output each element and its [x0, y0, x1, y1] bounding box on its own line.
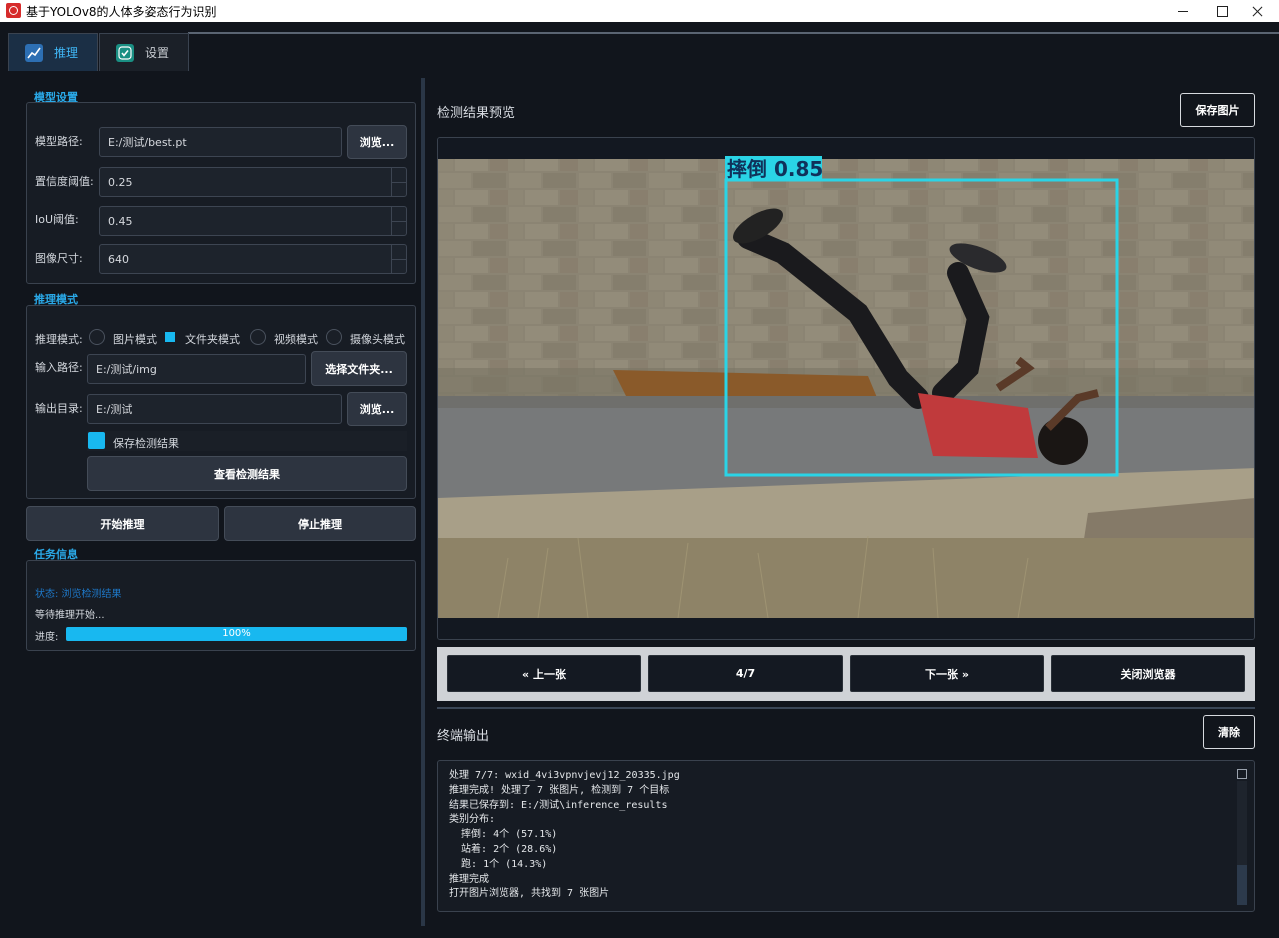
terminal-lines: 处理 7/7: wxid_4vi3vpnvjevj12_20335.jpg 推理完… — [449, 769, 680, 902]
radio-image-mode[interactable] — [89, 329, 105, 345]
input-path-input[interactable]: E:/测试/img — [87, 354, 306, 384]
panel-splitter[interactable] — [421, 78, 425, 926]
image-mode-label: 图片模式 — [113, 333, 157, 346]
stop-inference-button[interactable]: 停止推理 — [224, 506, 416, 541]
progress-label: 进度: — [35, 632, 59, 643]
output-dir-label: 输出目录: — [35, 402, 83, 415]
camera-mode-label: 摄像头模式 — [350, 333, 405, 346]
model-browse-button[interactable]: 浏览... — [347, 125, 407, 159]
checkmark-icon — [116, 43, 134, 62]
model-path-label: 模型路径: — [35, 135, 83, 148]
terminal-line: 结果已保存到: E:/测试\inference_results — [449, 799, 668, 811]
terminal-line: 推理完成! 处理了 7 张图片, 检测到 7 个目标 — [449, 784, 670, 796]
terminal-line: 站着: 2个 (28.6%) — [449, 843, 558, 855]
iou-label: IoU阈值: — [35, 213, 79, 226]
select-folder-button[interactable]: 选择文件夹... — [311, 351, 407, 386]
model-path-input[interactable]: E:/测试/best.pt — [99, 127, 342, 157]
iou-spin-arrows[interactable] — [391, 207, 406, 235]
terminal-line: 打开图片浏览器, 共找到 7 张图片 — [449, 888, 610, 900]
close-window-button[interactable] — [1234, 0, 1279, 22]
task-status: 状态: 浏览检测结果 — [35, 589, 122, 600]
mode-label: 推理模式: — [35, 333, 83, 346]
image-size-label: 图像尺寸: — [35, 252, 83, 265]
chart-icon — [25, 43, 43, 62]
image-size-spinbox[interactable]: 640 — [99, 244, 407, 274]
input-path-label: 输入路径: — [35, 361, 83, 374]
iou-spinbox[interactable]: 0.45 — [99, 206, 407, 236]
progress-text: 100% — [222, 628, 251, 639]
next-image-button[interactable]: 下一张 » — [850, 655, 1044, 692]
terminal-line: 处理 7/7: wxid_4vi3vpnvjevj12_20335.jpg — [449, 770, 680, 781]
scroll-up-arrow-icon[interactable] — [1237, 769, 1247, 779]
radio-folder-mode[interactable] — [165, 332, 175, 342]
terminal-line: 类别分布: — [449, 814, 496, 826]
confidence-value: 0.25 — [108, 175, 133, 189]
save-results-checkbox[interactable] — [88, 432, 105, 449]
progress-bar: 100% — [66, 627, 407, 641]
terminal-line: 摔倒: 4个 (57.1%) — [449, 829, 558, 841]
save-results-label: 保存检测结果 — [113, 437, 179, 450]
confidence-label: 置信度阈值: — [35, 175, 94, 188]
output-browse-button[interactable]: 浏览... — [347, 392, 407, 426]
video-mode-label: 视频模式 — [274, 333, 318, 346]
image-counter: 4/7 — [648, 655, 843, 692]
tab-inference[interactable]: 推理 — [8, 33, 98, 71]
image-nav-bar: « 上一张 4/7 下一张 » 关闭浏览器 — [437, 647, 1255, 701]
clear-terminal-button[interactable]: 清除 — [1203, 715, 1255, 749]
tab-inference-label: 推理 — [54, 46, 79, 60]
terminal-output[interactable]: 处理 7/7: wxid_4vi3vpnvjevj12_20335.jpg 推理完… — [437, 760, 1255, 912]
detection-image: 摔倒 0.85 — [438, 138, 1254, 639]
close-browser-button[interactable]: 关闭浏览器 — [1051, 655, 1245, 692]
save-image-button[interactable]: 保存图片 — [1180, 93, 1255, 127]
window-title: 基于YOLOv8的人体多姿态行为识别 — [26, 5, 217, 19]
image-size-spin-arrows[interactable] — [391, 245, 406, 273]
view-results-button[interactable]: 查看检测结果 — [87, 456, 407, 491]
radio-video-mode[interactable] — [250, 329, 266, 345]
scroll-thumb[interactable] — [1237, 865, 1247, 905]
tab-settings[interactable]: 设置 — [99, 33, 189, 71]
terminal-scrollbar[interactable] — [1237, 769, 1247, 905]
start-inference-button[interactable]: 开始推理 — [26, 506, 219, 541]
tab-settings-label: 设置 — [145, 46, 170, 60]
confidence-spinbox[interactable]: 0.25 — [99, 167, 407, 197]
iou-value: 0.45 — [108, 214, 133, 228]
title-bar: 基于YOLOv8的人体多姿态行为识别 — [0, 0, 1279, 22]
folder-mode-label: 文件夹模式 — [185, 333, 240, 346]
output-dir-input[interactable]: E:/测试 — [87, 394, 342, 424]
preview-terminal-splitter[interactable] — [437, 707, 1255, 709]
terminal-line: 跑: 1个 (14.3%) — [449, 858, 548, 870]
detection-label: 摔倒 0.85 — [727, 157, 823, 181]
preview-frame: 摔倒 0.85 — [437, 137, 1255, 640]
prev-image-button[interactable]: « 上一张 — [447, 655, 641, 692]
terminal-line: 推理完成 — [449, 873, 489, 885]
task-message: 等待推理开始... — [35, 610, 105, 621]
radio-camera-mode[interactable] — [326, 329, 342, 345]
app-icon — [6, 3, 21, 18]
preview-title: 检测结果预览 — [437, 106, 516, 121]
image-size-value: 640 — [108, 252, 129, 266]
tab-divider — [188, 32, 1279, 34]
terminal-title: 终端输出 — [437, 729, 490, 744]
confidence-spin-arrows[interactable] — [391, 168, 406, 196]
